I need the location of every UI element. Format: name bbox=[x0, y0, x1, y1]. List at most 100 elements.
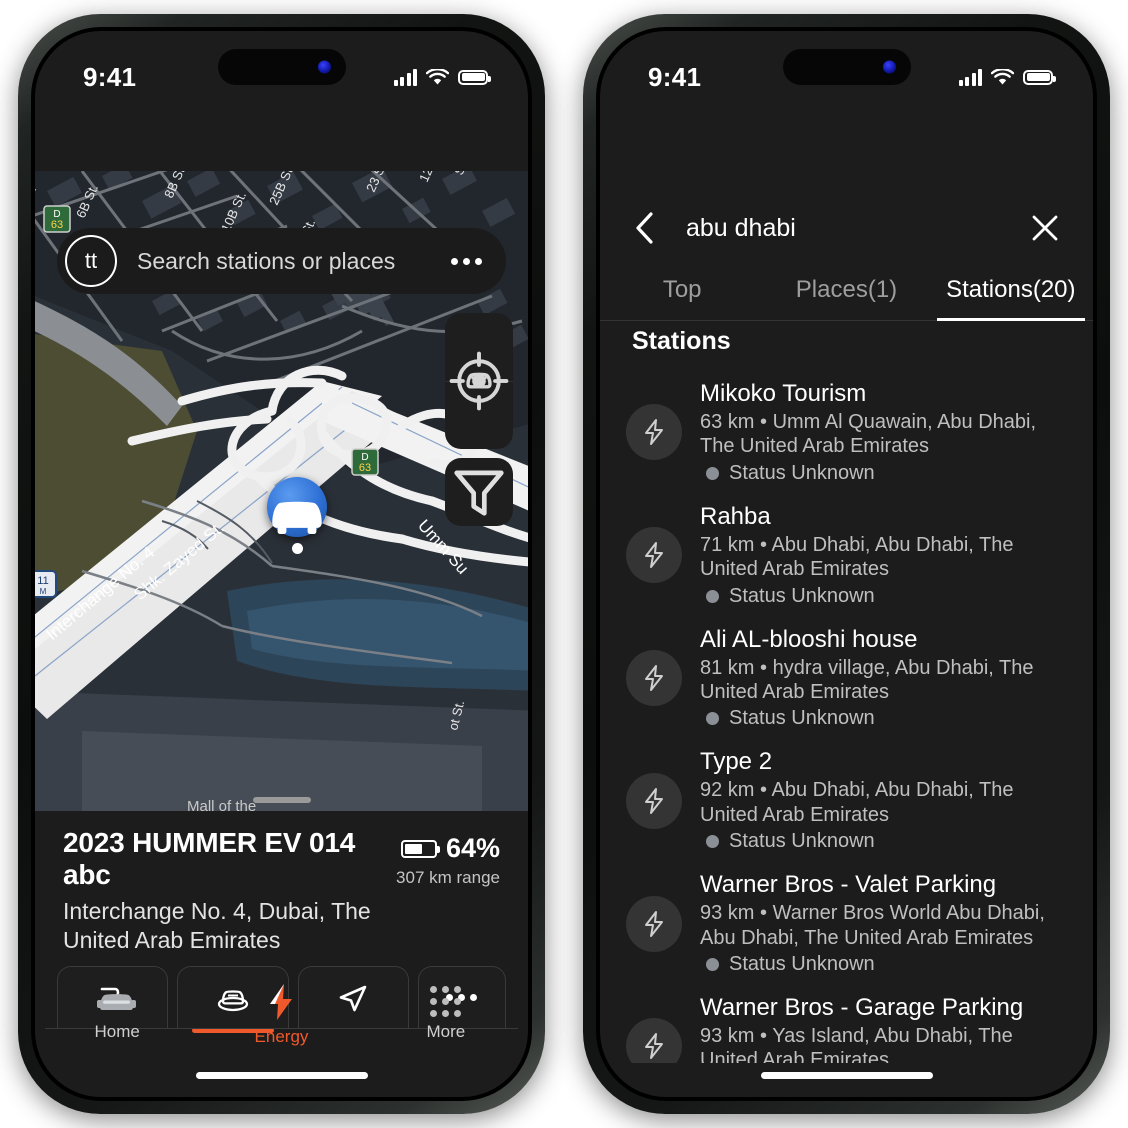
map-filter-button[interactable] bbox=[445, 458, 513, 526]
car-icon bbox=[272, 501, 322, 535]
bottom-tab-bar: Home Energy More bbox=[35, 975, 528, 1053]
station-name: Mikoko Tourism bbox=[700, 380, 867, 407]
status-badge: Status Unknown bbox=[700, 707, 1069, 730]
wifi-icon bbox=[426, 68, 449, 84]
svg-text:63: 63 bbox=[51, 219, 63, 231]
status-indicators bbox=[958, 68, 1056, 86]
status-dot-icon bbox=[706, 466, 719, 480]
status-badge: Status Unknown bbox=[700, 953, 1069, 976]
station-detail: 63 km • Umm Al Quawain, Abu Dhabi, The U… bbox=[700, 411, 1037, 458]
station-name: Type 2 bbox=[700, 748, 773, 776]
list-item-body: Mikoko Tourism 63 km • Umm Al Quawain, A… bbox=[700, 380, 1069, 485]
status-text: Status Unknown bbox=[729, 707, 875, 730]
status-time: 9:41 bbox=[83, 61, 137, 92]
chevron-left-icon[interactable] bbox=[632, 211, 658, 245]
list-item[interactable]: Ali AL-blooshi house 81 km • hydra villa… bbox=[626, 617, 1069, 740]
list-item[interactable]: Type 2 92 km • Abu Dhabi, Abu Dhabi, The… bbox=[626, 739, 1069, 862]
stations-list[interactable]: Mikoko Tourism 63 km • Umm Al Quawain, A… bbox=[600, 371, 1093, 1063]
list-item[interactable]: Warner Bros - Valet Parking 93 km • Warn… bbox=[626, 862, 1069, 985]
tab-top[interactable]: Top bbox=[600, 259, 764, 320]
list-item-body: Rahba 71 km • Abu Dhabi, Abu Dhabi, The … bbox=[700, 503, 1069, 608]
cellular-signal-icon bbox=[958, 68, 982, 86]
station-detail: 93 km • Warner Bros World Abu Dhabi, Abu… bbox=[700, 902, 1045, 949]
search-query-text[interactable]: abu dhabi bbox=[686, 214, 1029, 243]
battery-icon bbox=[1023, 69, 1056, 85]
list-item[interactable]: Warner Bros - Garage Parking 93 km • Yas… bbox=[626, 985, 1069, 1063]
sheet-drag-handle[interactable] bbox=[252, 797, 311, 803]
filter-icon[interactable] bbox=[445, 458, 513, 526]
tab-label-energy: Energy bbox=[254, 1026, 309, 1046]
search-input[interactable]: Search stations or places bbox=[117, 248, 451, 275]
home-indicator[interactable] bbox=[195, 1072, 368, 1079]
left-phone-frame: 9:41 St. 6B St. 8B St. 10B St. 25B St. 2… bbox=[18, 14, 545, 1114]
bolt-icon bbox=[626, 1018, 682, 1063]
station-name: Warner Bros - Valet Parking bbox=[700, 871, 997, 899]
battery-level-icon bbox=[400, 839, 440, 858]
status-text: Status Unknown bbox=[729, 830, 875, 853]
search-bar[interactable]: tt Search stations or places bbox=[57, 228, 506, 294]
svg-text:63: 63 bbox=[359, 462, 371, 474]
svg-text:Mall of the: Mall of the bbox=[187, 798, 256, 811]
battery-row: 64% bbox=[396, 833, 500, 864]
station-name: Ali AL-blooshi house bbox=[700, 625, 918, 653]
list-item-body: Warner Bros - Valet Parking 93 km • Warn… bbox=[700, 871, 1069, 976]
vehicle-map-pin[interactable] bbox=[267, 477, 327, 554]
status-badge: Status Unknown bbox=[700, 462, 1069, 485]
status-dot-icon bbox=[706, 835, 719, 849]
status-text: Status Unknown bbox=[729, 952, 875, 975]
map-view[interactable]: St. 6B St. 8B St. 10B St. 25B St. 12C St… bbox=[35, 171, 528, 811]
station-name: Warner Bros - Garage Parking bbox=[700, 993, 1024, 1021]
dynamic-island bbox=[217, 49, 346, 85]
more-horizontal-icon[interactable] bbox=[451, 257, 482, 265]
list-item-body: Ali AL-blooshi house 81 km • hydra villa… bbox=[700, 626, 1069, 731]
status-dot-icon bbox=[706, 957, 719, 971]
right-phone-bezel: 9:41 abu dhabi Top Places(1) Stations(20… bbox=[596, 27, 1097, 1101]
right-phone-frame: 9:41 abu dhabi Top Places(1) Stations(20… bbox=[583, 14, 1110, 1114]
status-badge: Status Unknown bbox=[700, 585, 1069, 608]
tab-more[interactable]: More bbox=[364, 986, 528, 1042]
tab-stations[interactable]: Stations(20) bbox=[929, 259, 1093, 321]
status-text: Status Unknown bbox=[729, 461, 875, 484]
range-text: 307 km range bbox=[396, 868, 500, 887]
front-camera-icon bbox=[317, 60, 331, 74]
front-camera-icon bbox=[882, 60, 896, 74]
dynamic-island bbox=[782, 49, 911, 85]
tab-home[interactable]: Home bbox=[35, 987, 199, 1042]
svg-text:11: 11 bbox=[37, 575, 48, 587]
station-detail: 71 km • Abu Dhabi, Abu Dhabi, The United… bbox=[700, 533, 1014, 581]
tab-places[interactable]: Places(1) bbox=[764, 259, 928, 320]
cellular-signal-icon bbox=[393, 68, 417, 86]
status-dot-icon bbox=[706, 589, 719, 603]
vehicle-text-block: 2023 HUMMER EV 014 abc Interchange No. 4… bbox=[63, 827, 396, 956]
close-icon[interactable] bbox=[1029, 212, 1061, 244]
right-screen: 9:41 abu dhabi Top Places(1) Stations(20… bbox=[600, 31, 1093, 1097]
bolt-icon bbox=[626, 895, 682, 952]
list-item[interactable]: Mikoko Tourism 63 km • Umm Al Quawain, A… bbox=[626, 371, 1069, 494]
left-phone-bezel: 9:41 St. 6B St. 8B St. 10B St. 25B St. 2… bbox=[31, 27, 532, 1101]
station-detail: 81 km • hydra village, Abu Dhabi, The Un… bbox=[700, 656, 1034, 703]
tab-label-more: More bbox=[426, 1022, 466, 1041]
vehicle-info-top: 2023 HUMMER EV 014 abc Interchange No. 4… bbox=[63, 827, 500, 956]
avatar[interactable]: tt bbox=[65, 235, 117, 287]
station-detail: 92 km • Abu Dhabi, Abu Dhabi, The United… bbox=[700, 779, 1014, 826]
list-item-body: Type 2 92 km • Abu Dhabi, Abu Dhabi, The… bbox=[700, 748, 1069, 853]
list-item[interactable]: Rahba 71 km • Abu Dhabi, Abu Dhabi, The … bbox=[626, 494, 1069, 617]
left-screen: 9:41 St. 6B St. 8B St. 10B St. 25B St. 2… bbox=[35, 31, 528, 1097]
battery-icon bbox=[458, 69, 491, 85]
status-indicators bbox=[393, 68, 491, 86]
station-name: Rahba bbox=[700, 502, 771, 530]
locate-vehicle-icon[interactable] bbox=[445, 351, 513, 449]
status-dot-icon bbox=[706, 712, 719, 726]
svg-text:M: M bbox=[40, 587, 47, 596]
tab-label-home: Home bbox=[94, 1021, 140, 1041]
grid-dots-icon bbox=[430, 986, 462, 1017]
search-results-header: abu dhabi bbox=[600, 193, 1093, 263]
vehicle-title: 2023 HUMMER EV 014 abc bbox=[63, 827, 356, 890]
vehicle-pin-bubble bbox=[267, 477, 327, 537]
section-title: Stations bbox=[632, 327, 731, 355]
status-badge: Status Unknown bbox=[700, 830, 1069, 853]
battery-status-block: 64% 307 km range bbox=[396, 827, 500, 888]
home-indicator[interactable] bbox=[760, 1072, 933, 1079]
station-detail: 93 km • Yas Island, Abu Dhabi, The Unite… bbox=[700, 1024, 1013, 1063]
tab-energy[interactable]: Energy bbox=[199, 982, 363, 1047]
